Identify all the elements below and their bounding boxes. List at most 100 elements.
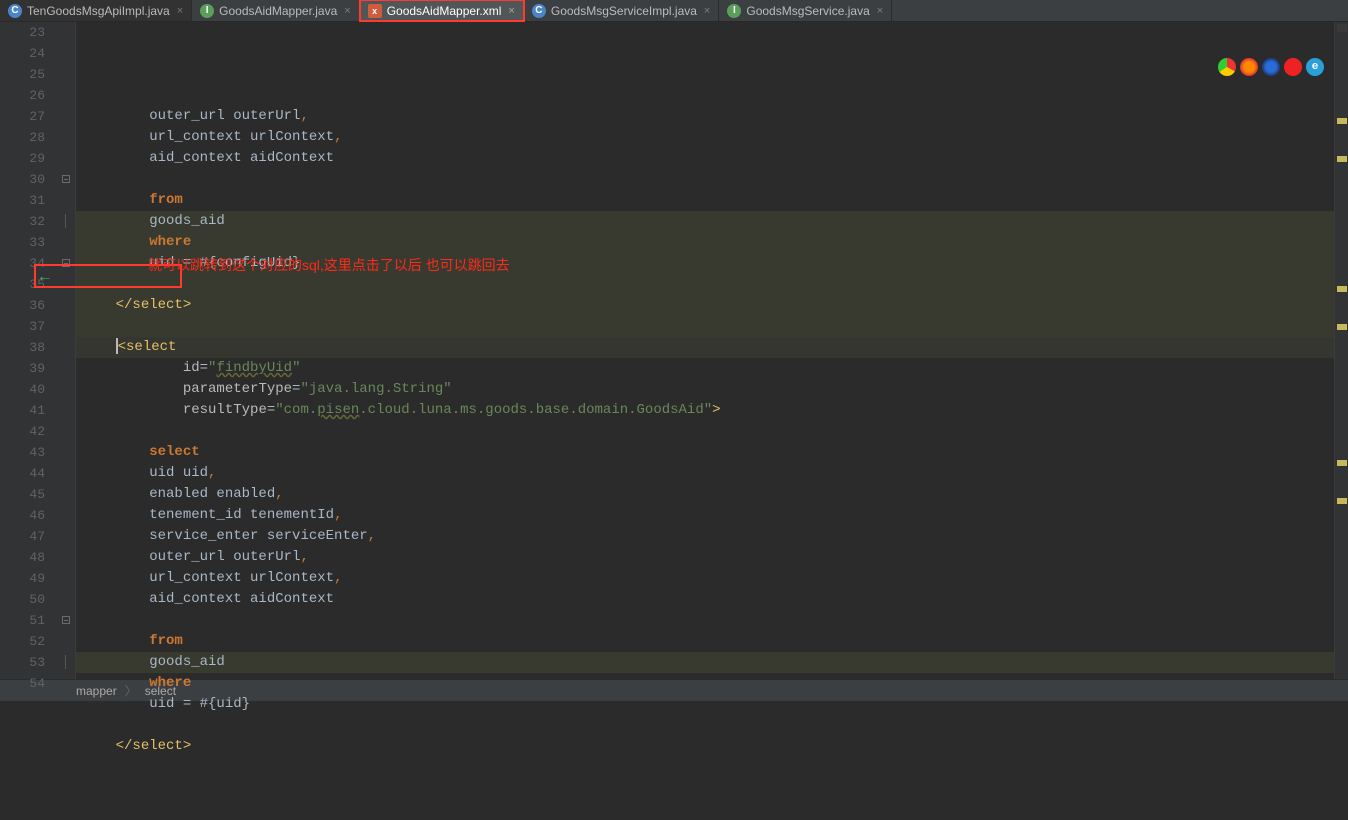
line-number[interactable]: 38 bbox=[0, 337, 75, 358]
stripe-marker[interactable] bbox=[1337, 460, 1347, 466]
fold-toggle-icon[interactable] bbox=[62, 616, 70, 624]
stripe-marker[interactable] bbox=[1337, 324, 1347, 330]
code-line[interactable] bbox=[76, 274, 1334, 295]
close-icon[interactable]: × bbox=[175, 5, 183, 17]
tab-goodsmsgservice[interactable]: I GoodsMsgService.java × bbox=[719, 0, 892, 21]
stripe-marker[interactable] bbox=[1337, 24, 1347, 32]
close-icon[interactable]: × bbox=[342, 5, 350, 17]
code-line[interactable]: uid = #{configUid} bbox=[76, 253, 1334, 274]
line-number[interactable]: 28 bbox=[0, 127, 75, 148]
line-number[interactable]: 49 bbox=[0, 568, 75, 589]
line-number[interactable]: 48 bbox=[0, 547, 75, 568]
code-line[interactable]: outer_url outerUrl, bbox=[76, 547, 1334, 568]
close-icon[interactable]: × bbox=[702, 5, 710, 17]
tab-label: GoodsAidMapper.java bbox=[219, 4, 337, 18]
tab-goodsaidmapper-java[interactable]: I GoodsAidMapper.java × bbox=[192, 0, 360, 21]
line-number[interactable]: 33 bbox=[0, 232, 75, 253]
code-line[interactable]: parameterType="java.lang.String" bbox=[76, 379, 1334, 400]
code-line[interactable]: service_enter serviceEnter, bbox=[76, 526, 1334, 547]
code-line[interactable]: where bbox=[76, 232, 1334, 253]
code-line[interactable]: from bbox=[76, 190, 1334, 211]
fold-toggle-icon[interactable] bbox=[62, 259, 70, 267]
code-line[interactable]: url_context urlContext, bbox=[76, 568, 1334, 589]
error-stripe[interactable] bbox=[1334, 22, 1348, 679]
code-editor[interactable]: outer_url outerUrl, url_context urlConte… bbox=[76, 22, 1334, 679]
code-line[interactable] bbox=[76, 610, 1334, 631]
line-number[interactable]: 26 bbox=[0, 85, 75, 106]
stripe-marker[interactable] bbox=[1337, 286, 1347, 292]
code-line[interactable]: from bbox=[76, 631, 1334, 652]
line-number[interactable]: 32 bbox=[0, 211, 75, 232]
ie-icon[interactable]: e bbox=[1306, 58, 1324, 76]
tab-goodsaidmapper-xml[interactable]: x GoodsAidMapper.xml × bbox=[360, 0, 524, 21]
code-line[interactable]: url_context urlContext, bbox=[76, 127, 1334, 148]
line-number[interactable]: 37 bbox=[0, 316, 75, 337]
line-number[interactable]: 35 bbox=[0, 274, 75, 295]
code-line[interactable]: uid = #{uid} bbox=[76, 694, 1334, 715]
code-line[interactable]: id="findbyUid" bbox=[76, 358, 1334, 379]
code-line[interactable]: uid uid, bbox=[76, 463, 1334, 484]
code-line[interactable] bbox=[76, 316, 1334, 337]
code-line[interactable] bbox=[76, 169, 1334, 190]
line-number[interactable]: 41 bbox=[0, 400, 75, 421]
code-line[interactable]: aid_context aidContext bbox=[76, 148, 1334, 169]
code-line[interactable]: select bbox=[76, 442, 1334, 463]
line-number[interactable]: 52 bbox=[0, 631, 75, 652]
line-number[interactable]: 25 bbox=[0, 64, 75, 85]
code-line[interactable]: <select bbox=[76, 337, 1334, 358]
line-number[interactable]: 23 bbox=[0, 22, 75, 43]
code-line[interactable] bbox=[76, 715, 1334, 736]
chrome-icon[interactable] bbox=[1218, 58, 1236, 76]
line-number[interactable]: 50 bbox=[0, 589, 75, 610]
stripe-marker[interactable] bbox=[1337, 498, 1347, 504]
line-number[interactable]: 31 bbox=[0, 190, 75, 211]
java-class-icon: C bbox=[532, 4, 546, 18]
safari-icon[interactable] bbox=[1262, 58, 1280, 76]
line-number[interactable]: 44 bbox=[0, 463, 75, 484]
line-number[interactable]: 42 bbox=[0, 421, 75, 442]
line-number[interactable]: 27 bbox=[0, 106, 75, 127]
line-number[interactable]: 47 bbox=[0, 526, 75, 547]
tab-goodsmsgserviceimpl[interactable]: C GoodsMsgServiceImpl.java × bbox=[524, 0, 720, 21]
line-number[interactable]: 53 bbox=[0, 652, 75, 673]
stripe-marker[interactable] bbox=[1337, 156, 1347, 162]
line-number[interactable]: 51 bbox=[0, 610, 75, 631]
fold-end-icon bbox=[65, 655, 66, 669]
code-line[interactable]: goods_aid bbox=[76, 652, 1334, 673]
line-number[interactable]: 34 bbox=[0, 253, 75, 274]
line-number[interactable]: 54 bbox=[0, 673, 75, 694]
code-line[interactable]: where bbox=[76, 673, 1334, 694]
code-line[interactable]: </select> bbox=[76, 295, 1334, 316]
java-class-icon: C bbox=[8, 4, 22, 18]
code-line[interactable]: </select> bbox=[76, 736, 1334, 757]
editor-tab-bar: C TenGoodsMsgApiImpl.java × I GoodsAidMa… bbox=[0, 0, 1348, 22]
code-line[interactable]: aid_context aidContext bbox=[76, 589, 1334, 610]
line-number[interactable]: 24 bbox=[0, 43, 75, 64]
code-line[interactable]: goods_aid bbox=[76, 211, 1334, 232]
code-line[interactable]: outer_url outerUrl, bbox=[76, 106, 1334, 127]
code-line[interactable]: tenement_id tenementId, bbox=[76, 505, 1334, 526]
line-number[interactable]: 29 bbox=[0, 148, 75, 169]
stripe-marker[interactable] bbox=[1337, 118, 1347, 124]
line-number[interactable]: 36 bbox=[0, 295, 75, 316]
code-line[interactable]: resultType="com.pisen.cloud.luna.ms.good… bbox=[76, 400, 1334, 421]
line-number[interactable]: 46 bbox=[0, 505, 75, 526]
close-icon[interactable]: × bbox=[506, 5, 514, 17]
line-number[interactable]: 43 bbox=[0, 442, 75, 463]
code-line[interactable]: enabled enabled, bbox=[76, 484, 1334, 505]
browser-preview-icons: e bbox=[1218, 58, 1324, 76]
opera-icon[interactable] bbox=[1284, 58, 1302, 76]
code-line[interactable] bbox=[76, 421, 1334, 442]
tab-tengoodsmsgapiimpl[interactable]: C TenGoodsMsgApiImpl.java × bbox=[0, 0, 192, 21]
fold-toggle-icon[interactable] bbox=[62, 175, 70, 183]
java-interface-icon: I bbox=[727, 4, 741, 18]
firefox-icon[interactable] bbox=[1240, 58, 1258, 76]
line-number[interactable]: 40 bbox=[0, 379, 75, 400]
line-number[interactable]: 39 bbox=[0, 358, 75, 379]
line-number[interactable]: 45 bbox=[0, 484, 75, 505]
line-number[interactable]: 30 bbox=[0, 169, 75, 190]
editor-area[interactable]: e 23242526272829303132333435363738394041… bbox=[0, 22, 1348, 679]
line-number-gutter[interactable]: 2324252627282930313233343536373839404142… bbox=[0, 22, 76, 679]
code-line[interactable] bbox=[76, 757, 1334, 778]
close-icon[interactable]: × bbox=[875, 5, 883, 17]
